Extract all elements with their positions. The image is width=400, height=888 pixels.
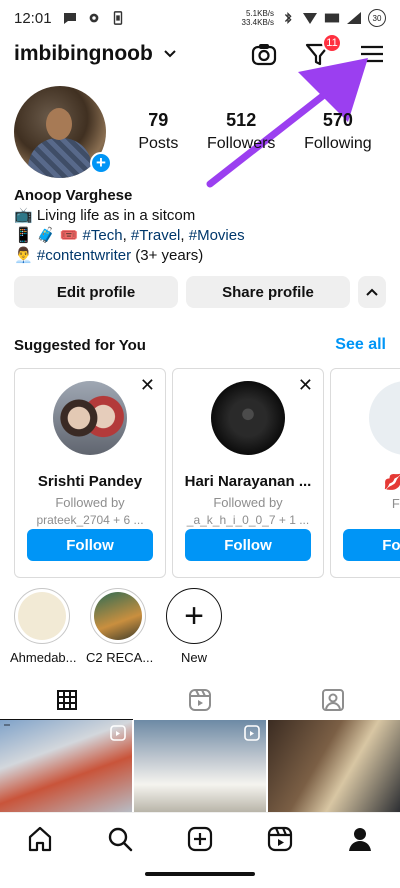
close-icon[interactable]: ✕	[298, 375, 313, 396]
suggested-header: Suggested for You See all	[14, 336, 386, 354]
following-count: 570	[322, 110, 353, 130]
net-down: 33.4KB/s	[241, 18, 274, 27]
highlight-item[interactable]: C2 RECA...	[86, 588, 154, 665]
following-label: Following	[304, 135, 372, 152]
hashtag-travel[interactable]: #Travel	[131, 227, 180, 244]
gesture-bar	[145, 872, 255, 876]
suggested-cards: ✕ Srishti Pandey Followed by prateek_270…	[14, 368, 400, 580]
wifi-icon	[303, 13, 317, 24]
profile-summary: + 79 Posts 512 Followers 570 Following	[14, 84, 386, 179]
follow-button[interactable]: Follow	[343, 529, 400, 561]
profile-actions: Edit profile Share profile	[14, 276, 386, 308]
battery-icon: 30	[368, 9, 386, 27]
bio-line-2: 📱 🧳 🎟️ #Tech, #Travel, #Movies	[14, 227, 245, 244]
story-highlights: Ahmedab... C2 RECA... + New	[10, 588, 400, 665]
search-icon[interactable]	[106, 825, 134, 853]
bottom-navigation	[0, 812, 400, 864]
profile-stats: 79 Posts 512 Followers 570 Following	[124, 110, 386, 153]
followers-label: Followers	[206, 135, 276, 152]
home-icon[interactable]	[26, 825, 54, 853]
bio-line-3: 👨‍💼 #contentwriter (3+ years)	[14, 246, 386, 266]
chat-bubble-icon	[63, 13, 76, 24]
suggested-title: Suggested for You	[14, 336, 146, 354]
tab-tagged[interactable]	[267, 680, 400, 720]
follow-button[interactable]: Follow	[27, 529, 153, 561]
tab-reels[interactable]	[133, 680, 266, 720]
stat-following[interactable]: 570 Following	[304, 110, 372, 153]
edit-profile-button[interactable]: Edit profile	[14, 276, 178, 308]
posts-count: 79	[148, 110, 169, 130]
bio-emoji: 📱 🧳 🎟️	[14, 227, 83, 244]
bio-line-1: 📺 Living life as in a sitcom	[14, 207, 196, 224]
suggestion-avatar[interactable]	[369, 381, 400, 455]
volte-icon	[324, 13, 340, 23]
chevron-up-icon	[366, 288, 378, 296]
followed-by-label: Followed by	[213, 495, 283, 510]
post-caption-overlay	[4, 724, 10, 726]
plus-icon: +	[166, 588, 222, 644]
display-name: Anoop Varghese	[14, 187, 133, 204]
grid-icon	[56, 689, 77, 710]
chevron-down-icon[interactable]	[163, 47, 177, 61]
status-bar: 12:01 5.1KB/s 33.4KB/s 30	[0, 0, 400, 36]
profile-icon[interactable]	[346, 825, 374, 853]
share-profile-button[interactable]: Share profile	[186, 276, 350, 308]
status-time: 12:01	[14, 9, 52, 27]
post-thumbnail[interactable]	[268, 720, 400, 812]
posts-grid	[0, 720, 400, 812]
stat-followers[interactable]: 512 Followers	[207, 110, 275, 153]
suggestion-name[interactable]: 💋◯ɓ	[331, 473, 400, 491]
bio-experience: (3+ years)	[131, 247, 204, 264]
post-thumbnail[interactable]	[134, 720, 266, 812]
posts-label: Posts	[138, 135, 179, 152]
reels-icon	[188, 689, 211, 711]
signal-icon	[347, 12, 361, 24]
hashtag-movies[interactable]: #Movies	[189, 227, 245, 244]
post-thumbnail[interactable]	[0, 720, 132, 812]
new-highlight-button[interactable]: + New	[162, 588, 226, 665]
bluetooth-icon	[284, 12, 292, 24]
followed-by-users: prateek_2704 + 6 ...	[36, 513, 144, 527]
close-icon[interactable]: ✕	[140, 375, 155, 396]
see-all-link[interactable]: See all	[335, 336, 386, 354]
create-post-icon[interactable]	[186, 825, 214, 853]
followers-count: 512	[226, 110, 257, 130]
suggestion-avatar[interactable]	[53, 381, 127, 455]
followed-by-label: Followed by	[55, 495, 125, 510]
gear-icon	[89, 13, 98, 23]
hashtag-tech[interactable]: #Tech	[83, 227, 123, 244]
content-tabs	[0, 680, 400, 720]
highlight-cover	[14, 588, 70, 644]
highlight-label: New	[180, 650, 207, 665]
suggestion-avatar[interactable]	[211, 381, 285, 455]
suggestion-name[interactable]: Hari Narayanan ...	[173, 473, 323, 490]
suggestion-card[interactable]: ✕ Hari Narayanan ... Followed by _a_k_h_…	[172, 368, 324, 578]
suggestion-name[interactable]: Srishti Pandey	[15, 473, 165, 490]
reels-icon[interactable]	[266, 825, 294, 853]
hashtag-contentwriter[interactable]: #contentwriter	[37, 247, 131, 264]
tab-posts-grid[interactable]	[0, 680, 134, 720]
suggestion-card[interactable]: 💋◯ɓ Follo Follow	[330, 368, 400, 578]
followed-by-label: Follo	[391, 496, 400, 511]
avatar[interactable]: +	[14, 85, 112, 178]
highlight-item[interactable]: Ahmedab...	[10, 588, 77, 665]
profile-bio: Anoop Varghese 📺 Living life as in a sit…	[14, 186, 386, 266]
follow-button[interactable]: Follow	[185, 529, 311, 561]
net-up: 5.1KB/s	[245, 9, 274, 18]
network-speed: 5.1KB/s 33.4KB/s	[242, 9, 274, 27]
highlight-label: C2 RECA...	[86, 650, 154, 665]
username[interactable]: imbibingnoob	[14, 42, 153, 66]
followed-by-users: _a_k_h_i_0_0_7 + 1 ...	[186, 513, 310, 527]
tagged-person-icon	[322, 689, 345, 711]
suggestion-card[interactable]: ✕ Srishti Pandey Followed by prateek_270…	[14, 368, 166, 578]
stat-posts[interactable]: 79 Posts	[138, 110, 178, 153]
bio-emoji-2: 👨‍💼	[14, 247, 37, 264]
expand-suggestions-button[interactable]	[358, 276, 386, 308]
phone-icon	[113, 11, 122, 25]
highlight-label: Ahmedab...	[10, 650, 77, 665]
highlight-cover	[90, 588, 146, 644]
add-story-icon[interactable]: +	[90, 151, 112, 174]
reel-badge-icon	[110, 725, 126, 741]
reel-badge-icon	[244, 725, 260, 741]
